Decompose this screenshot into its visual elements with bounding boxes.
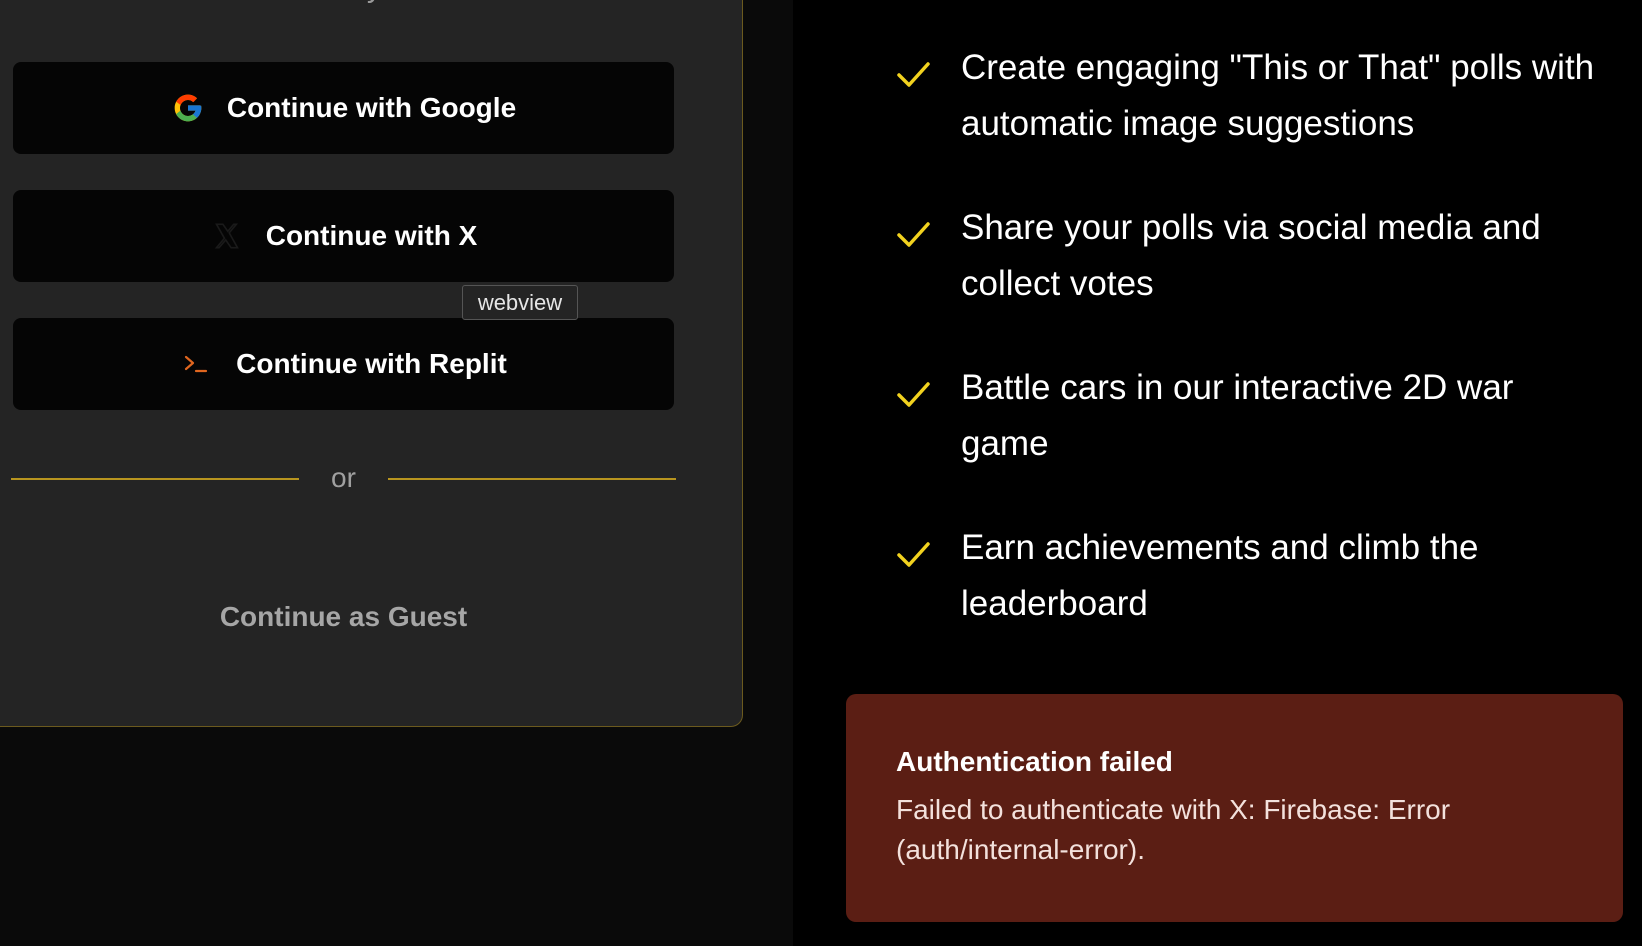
divider-line-right: [388, 478, 676, 480]
feature-item: Earn achievements and climb the leaderbo…: [893, 520, 1613, 632]
feature-text: Earn achievements and climb the leaderbo…: [961, 528, 1479, 623]
auth-card: easily Continue with Google Continue wit…: [0, 0, 743, 727]
feature-text: Share your polls via social media and co…: [961, 208, 1541, 303]
divider-or: or: [331, 462, 356, 493]
divider-line-left: [11, 478, 299, 480]
x-button-label: Continue with X: [265, 220, 478, 251]
feature-item: Share your polls via social media and co…: [893, 200, 1613, 312]
toast-description: Failed to authenticate with X: Firebase:…: [896, 794, 1451, 865]
error-toast[interactable]: Authentication failed Failed to authenti…: [846, 694, 1623, 922]
check-icon: [897, 542, 930, 567]
google-button-label: Continue with Google: [226, 92, 517, 123]
feature-text: Create engaging "This or That" polls wit…: [961, 48, 1595, 143]
check-icon: [897, 62, 930, 87]
left-pane: easily Continue with Google Continue wit…: [0, 0, 793, 946]
toast-title: Authentication failed: [896, 746, 1173, 777]
continue-as-guest-link[interactable]: Continue as Guest: [0, 601, 706, 633]
check-icon: [897, 222, 930, 247]
card-subtitle: easily: [0, 0, 706, 5]
feature-item: Create engaging "This or That" polls wit…: [893, 40, 1613, 152]
feature-text: Battle cars in our interactive 2D war ga…: [961, 368, 1514, 463]
terminal-prompt-icon: [180, 347, 214, 381]
continue-with-replit-button[interactable]: Continue with Replit: [13, 318, 674, 410]
continue-with-google-button[interactable]: Continue with Google: [13, 62, 674, 154]
continue-with-x-button[interactable]: Continue with X: [13, 190, 674, 282]
google-icon: [171, 91, 205, 125]
feature-item: Battle cars in our interactive 2D war ga…: [893, 360, 1613, 472]
x-logo-icon: [210, 219, 244, 253]
replit-button-label: Continue with Replit: [236, 348, 507, 379]
check-icon: [897, 382, 930, 407]
webview-tooltip: webview: [462, 285, 578, 320]
